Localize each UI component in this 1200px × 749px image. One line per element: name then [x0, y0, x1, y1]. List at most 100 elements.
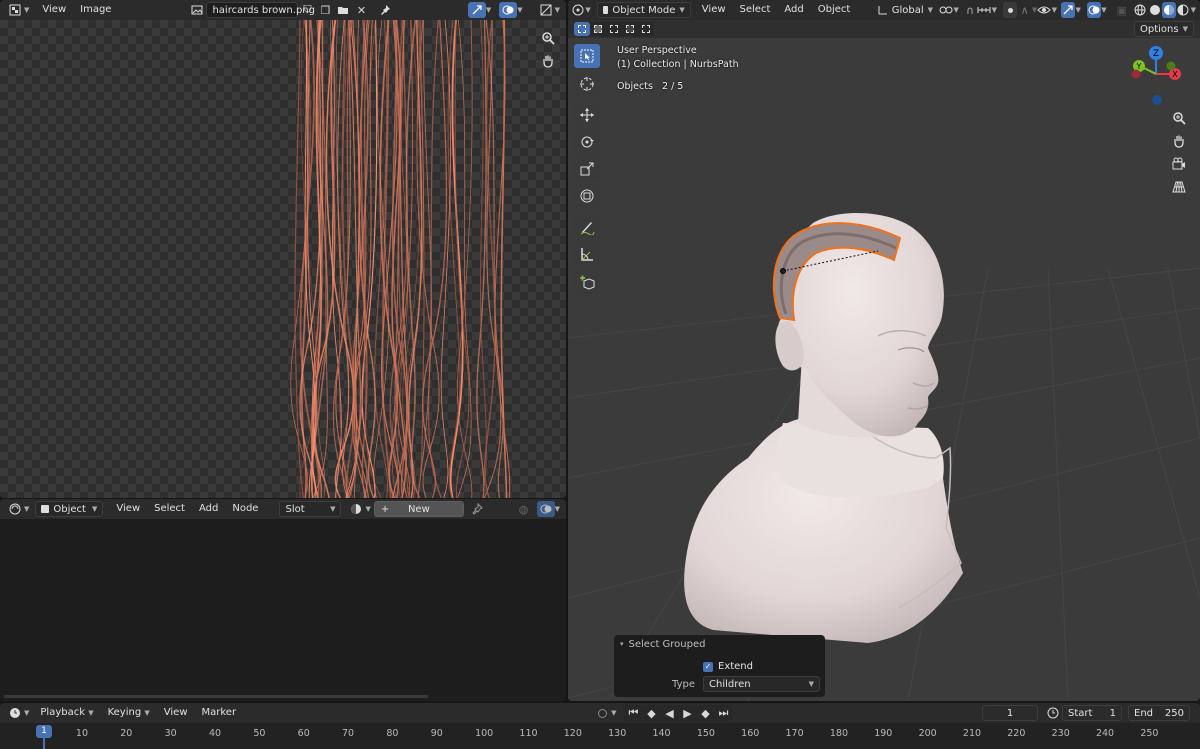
annotate-tool[interactable] — [574, 215, 600, 239]
shading-solid-icon[interactable] — [1147, 2, 1161, 18]
uv-sync-icon[interactable] — [467, 2, 486, 18]
menu-image[interactable]: Image — [73, 0, 118, 20]
current-frame-field[interactable]: 1 — [982, 705, 1038, 721]
open-image-icon[interactable] — [334, 2, 352, 18]
rotate-tool[interactable] — [574, 130, 600, 154]
horizontal-scrollbar[interactable] — [4, 695, 428, 698]
menu-playback[interactable]: Playback ▼ — [33, 703, 100, 723]
close-icon[interactable]: ✕ — [352, 2, 370, 18]
navigation-gizmo[interactable]: Z Y X — [1124, 44, 1194, 114]
gizmo-toggle-icon[interactable] — [1061, 2, 1076, 18]
end-frame-field[interactable]: End 250 — [1128, 705, 1190, 721]
frame-tick-label: 150 — [696, 728, 715, 739]
menu-keying[interactable]: Keying ▼ — [101, 703, 157, 723]
snap-icon[interactable]: ◍ — [515, 501, 533, 517]
image-editor-header: ▼ View Image haircards brown.png ⛉ ❐ ✕ ▼… — [0, 0, 566, 20]
jump-keyframe-back-icon[interactable]: ◆ — [642, 705, 660, 721]
menu-select[interactable]: Select — [733, 0, 778, 20]
transform-orientation-icon[interactable] — [875, 2, 889, 18]
jump-start-icon[interactable]: ⏮ — [624, 705, 642, 721]
menu-view[interactable]: View — [157, 703, 195, 723]
playhead[interactable]: 1 — [36, 725, 52, 738]
select-extend-icon[interactable] — [590, 22, 606, 36]
shader-type-dropdown[interactable]: Object ▼ — [35, 501, 104, 517]
preview-range-clock-icon[interactable] — [1044, 705, 1062, 721]
fake-user-icon[interactable]: ⛉ — [298, 2, 316, 18]
pivot-point-icon[interactable] — [939, 2, 953, 18]
overlay-icon[interactable] — [499, 2, 518, 18]
hair-texture — [290, 20, 511, 498]
menu-object[interactable]: Object — [811, 0, 858, 20]
cursor-tool[interactable] — [574, 72, 600, 96]
new-material-button[interactable]: + New — [373, 501, 464, 517]
pan-hand-icon[interactable] — [537, 50, 559, 72]
viewport-type-icon[interactable] — [571, 2, 585, 18]
redo-panel-header[interactable]: ▾ Select Grouped — [614, 635, 825, 653]
camera-view-icon[interactable] — [1168, 153, 1190, 175]
slot-dropdown[interactable]: Slot ▼ — [279, 501, 342, 517]
shading-material-icon[interactable] — [1161, 2, 1177, 18]
timeline-type-icon[interactable] — [6, 705, 24, 721]
overlay-icon[interactable] — [536, 501, 555, 517]
image-canvas[interactable] — [0, 20, 566, 498]
options-dropdown[interactable]: Options ▼ — [1134, 21, 1194, 37]
menu-add[interactable]: Add — [192, 499, 225, 519]
extend-checkbox[interactable]: ✓ — [703, 661, 713, 672]
display-channels-icon[interactable] — [537, 2, 555, 18]
shading-rendered-icon[interactable] — [1176, 2, 1190, 18]
select-new-icon[interactable] — [574, 22, 590, 36]
transform-tool[interactable] — [574, 184, 600, 208]
snap-increment-icon[interactable] — [977, 2, 991, 18]
3d-scene[interactable] — [568, 38, 1200, 701]
start-frame-field[interactable]: Start 1 — [1062, 705, 1122, 721]
jump-keyframe-forward-icon[interactable]: ◆ — [696, 705, 714, 721]
view-perspective-label: User Perspective — [617, 45, 697, 56]
shader-editor-type-icon[interactable] — [6, 501, 24, 517]
select-invert-icon[interactable] — [622, 22, 638, 36]
pan-hand-icon[interactable] — [1168, 130, 1190, 152]
image-name-field[interactable]: haircards brown.png — [206, 2, 315, 18]
chevron-down-icon: ▼ — [585, 6, 591, 14]
jump-end-icon[interactable]: ⏭ — [714, 705, 732, 721]
xray-icon[interactable]: ▣ — [1115, 2, 1129, 18]
play-icon[interactable]: ▶ — [678, 705, 696, 721]
image-browse-icon[interactable] — [188, 2, 206, 18]
menu-view[interactable]: View — [109, 499, 147, 519]
extend-checkbox-row[interactable]: ✓ Extend — [703, 661, 753, 672]
move-tool[interactable] — [574, 103, 600, 127]
snap-icon[interactable]: ∩ — [963, 2, 977, 18]
select-subtract-icon[interactable] — [606, 22, 622, 36]
transform-orientation-dropdown[interactable]: Global ▼ — [890, 2, 935, 18]
auto-keying-icon[interactable] — [593, 705, 611, 721]
measure-tool[interactable] — [574, 242, 600, 266]
zoom-icon[interactable] — [537, 27, 559, 49]
scale-tool[interactable] — [574, 157, 600, 181]
add-cube-tool[interactable] — [574, 271, 600, 295]
menu-view[interactable]: View — [695, 0, 733, 20]
pin-icon[interactable] — [468, 501, 486, 517]
select-intersect-icon[interactable] — [638, 22, 654, 36]
object-mode-dropdown[interactable]: Object Mode ▼ — [596, 2, 691, 18]
overlay-icon[interactable] — [1086, 2, 1102, 18]
node-canvas[interactable] — [0, 519, 566, 695]
menu-node[interactable]: Node — [225, 499, 265, 519]
zoom-icon[interactable] — [1168, 107, 1190, 129]
proportional-edit-icon[interactable] — [1003, 2, 1018, 18]
frame-ruler[interactable]: 10 20 30 40 50 60 70 80 90 100 110 120 130 140 150 160 1… — [0, 723, 1200, 749]
shading-wireframe-icon[interactable] — [1133, 2, 1147, 18]
duplicate-image-icon[interactable]: ❐ — [316, 2, 334, 18]
perspective-grid-icon[interactable] — [1168, 176, 1190, 198]
type-dropdown[interactable]: Children ▼ — [703, 676, 820, 692]
menu-add[interactable]: Add — [777, 0, 810, 20]
material-browse-icon[interactable] — [347, 501, 365, 517]
frame-tick-label: 60 — [297, 728, 310, 739]
falloff-icon[interactable]: ∧ — [1017, 2, 1031, 18]
editor-type-icon[interactable] — [6, 2, 24, 18]
pin-icon[interactable] — [376, 2, 394, 18]
select-box-tool[interactable] — [574, 44, 600, 68]
menu-select[interactable]: Select — [147, 499, 192, 519]
menu-view[interactable]: View — [35, 0, 73, 20]
visibility-eye-icon[interactable] — [1037, 2, 1052, 18]
play-reverse-icon[interactable]: ◀ — [660, 705, 678, 721]
menu-marker[interactable]: Marker — [195, 703, 244, 723]
